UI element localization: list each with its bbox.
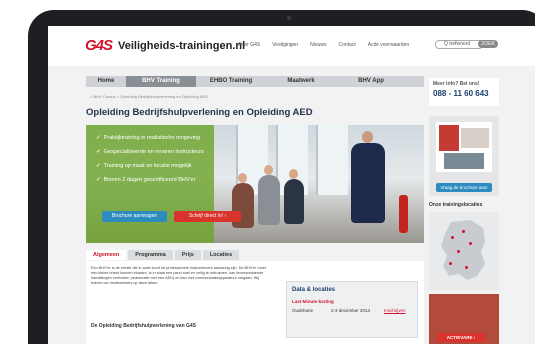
laptop-device: G4S Veiligheids-trainingen.nl Over G4S V… bbox=[0, 0, 535, 344]
dates-title: Data & locaties bbox=[292, 287, 336, 293]
instructor-photo bbox=[351, 143, 385, 223]
site-header: G4S Veiligheids-trainingen.nl Over G4S V… bbox=[48, 26, 535, 66]
person-photo bbox=[289, 169, 298, 179]
nav-bhv-app[interactable]: BHV App bbox=[336, 76, 406, 87]
toplink-over[interactable]: Over G4S bbox=[238, 42, 260, 48]
content-tabs: Algemeen Programma Prijs Locaties bbox=[86, 250, 240, 260]
home-icon[interactable]: ⌂ bbox=[90, 94, 92, 99]
search-placeholder: Q trefwoord bbox=[444, 41, 471, 47]
instructor-photo bbox=[362, 131, 373, 143]
toplink-actie[interactable]: Actie voorwaarden bbox=[368, 42, 409, 48]
enroll-button[interactable]: Schrijf direct in! › bbox=[174, 211, 241, 222]
usp-item: ✓ Binnen 2 dagen gecertificeerd BHV'er bbox=[96, 177, 195, 183]
search-input[interactable]: Q trefwoord bbox=[435, 40, 483, 49]
window-photo bbox=[316, 125, 348, 195]
usp-item: ✓ Praktijktraining in realistische omgevi… bbox=[96, 135, 200, 141]
location-marker[interactable] bbox=[457, 250, 460, 253]
toplink-nieuws[interactable]: Nieuws bbox=[310, 42, 326, 48]
brochure-box: Vraag de brochure aan! bbox=[429, 116, 499, 196]
usp-text: Binnen 2 dagen gecertificeerd BHV'er bbox=[103, 177, 196, 183]
netherlands-map-icon bbox=[441, 220, 485, 280]
fire-extinguisher bbox=[399, 195, 408, 233]
promo-banner[interactable]: ACTIEVARE › bbox=[429, 294, 499, 344]
location-marker[interactable] bbox=[469, 242, 472, 245]
enroll-link[interactable]: Inschrijven bbox=[384, 308, 406, 313]
search-button[interactable]: ZOEK bbox=[478, 40, 498, 48]
tab-content: Een BHV'er is de eerste die in actie kom… bbox=[86, 261, 424, 344]
nav-bhv-training[interactable]: BHV Training bbox=[126, 76, 196, 87]
phone-number[interactable]: 088 - 11 60 643 bbox=[433, 89, 489, 98]
check-icon: ✓ bbox=[96, 135, 101, 141]
check-icon: ✓ bbox=[96, 163, 101, 169]
dates-box: Data & locaties Last-Minute korting Oude… bbox=[286, 281, 418, 338]
locations-map[interactable] bbox=[429, 212, 499, 290]
brochure-page bbox=[461, 128, 489, 148]
date-value: 2-3 december 2013 bbox=[331, 308, 371, 313]
webcam-icon bbox=[287, 16, 291, 20]
person-photo bbox=[258, 175, 280, 225]
person-photo bbox=[238, 173, 247, 183]
lastminute-label: Last-Minute korting bbox=[292, 299, 334, 304]
section-heading: De Opleiding Bedrijfshulpverlening van G… bbox=[91, 323, 197, 329]
usp-text: Praktijktraining in realistische omgevin… bbox=[103, 135, 200, 141]
person-photo bbox=[264, 165, 273, 175]
promo-button[interactable]: ACTIEVARE › bbox=[437, 333, 485, 342]
check-icon: ✓ bbox=[96, 177, 101, 183]
tab-algemeen[interactable]: Algemeen bbox=[86, 250, 127, 260]
usp-item: ✓ Gespecialiseerde en ervaren instructeur… bbox=[96, 149, 204, 155]
browser-screen: G4S Veiligheids-trainingen.nl Over G4S V… bbox=[48, 26, 535, 344]
check-icon: ✓ bbox=[96, 149, 101, 155]
location-marker[interactable] bbox=[449, 262, 452, 265]
usp-text: Gespecialiseerde en ervaren instructeurs bbox=[103, 149, 204, 155]
date-location: Oudeharie bbox=[292, 308, 314, 313]
meer-info-label: Meer info? Bel ons! bbox=[433, 81, 480, 87]
tab-prijs[interactable]: Prijs bbox=[174, 250, 201, 260]
tab-locaties[interactable]: Locaties bbox=[202, 250, 240, 260]
usp-text: Training op maat en locatie mogelijk bbox=[103, 163, 192, 169]
hero-banner: ✓ Praktijktraining in realistische omgevi… bbox=[86, 125, 424, 243]
person-photo bbox=[284, 179, 304, 224]
hero-usp-panel: ✓ Praktijktraining in realistische omgevi… bbox=[86, 125, 241, 243]
brochure-image[interactable] bbox=[436, 122, 492, 172]
brochure-button[interactable]: Vraag de brochure aan! bbox=[436, 183, 492, 192]
brochure-page bbox=[444, 153, 484, 169]
brochure-request-button[interactable]: Brochure aanvragen bbox=[102, 211, 167, 222]
breadcrumb[interactable]: ⌂ BHV Cursus > Opleiding Bedrijfshulpver… bbox=[90, 94, 208, 99]
breadcrumb-text: BHV Cursus > Opleiding Bedrijfshulpverle… bbox=[93, 94, 208, 99]
intro-paragraph: Een BHV'er is de eerste die in actie kom… bbox=[91, 266, 266, 285]
usp-item: ✓ Training op maat en locatie mogelijk bbox=[96, 163, 191, 169]
location-marker[interactable] bbox=[465, 266, 468, 269]
nav-home[interactable]: Home bbox=[86, 76, 126, 87]
contact-box: Meer info? Bel ons! 088 - 11 60 643 bbox=[429, 78, 499, 106]
site-name[interactable]: Veiligheids-trainingen.nl bbox=[118, 40, 245, 52]
nav-ehbo-training[interactable]: EHBO Training bbox=[196, 76, 266, 87]
toplink-vestigingen[interactable]: Vestigingen bbox=[272, 42, 298, 48]
main-nav: Home BHV Training EHBO Training Maatwerk… bbox=[86, 76, 424, 87]
g4s-logo[interactable]: G4S bbox=[85, 37, 113, 54]
nav-maatwerk[interactable]: Maatwerk bbox=[266, 76, 336, 87]
brochure-cover bbox=[439, 125, 459, 151]
tab-programma[interactable]: Programma bbox=[128, 250, 173, 260]
top-links: Over G4S Vestigingen Nieuws Contact Acti… bbox=[238, 42, 409, 48]
location-marker[interactable] bbox=[462, 230, 465, 233]
toplink-contact[interactable]: Contact bbox=[339, 42, 356, 48]
locations-title: Onze trainingslocaties bbox=[429, 202, 483, 208]
page-title: Opleiding Bedrijfshulpverlening en Oplei… bbox=[86, 107, 313, 118]
location-marker[interactable] bbox=[451, 236, 454, 239]
